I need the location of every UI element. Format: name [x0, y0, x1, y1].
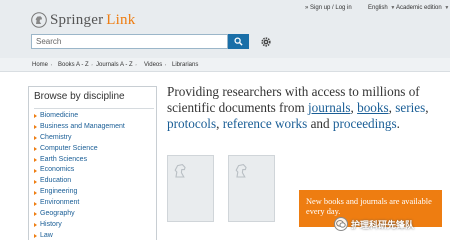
watermark-text: 护理科研先锋队	[351, 219, 415, 230]
language-label: English	[368, 5, 388, 11]
brand-link: Link	[106, 11, 136, 28]
hero-tagline: Providing researchers with access to mil…	[167, 84, 437, 133]
watermark: 护理科研先锋队	[334, 215, 414, 233]
sidebar-title: Browse by discipline	[34, 91, 125, 102]
gear-icon[interactable]	[261, 37, 271, 47]
arrow-right-icon	[34, 223, 37, 228]
arrow-right-icon	[34, 212, 37, 217]
discipline-label: History	[40, 220, 62, 228]
search-button[interactable]	[228, 34, 249, 49]
link-books[interactable]: books	[357, 100, 389, 115]
signin-link[interactable]: » Sign up / Log in	[305, 5, 352, 11]
arrow-right-icon	[34, 234, 37, 239]
discipline-label: Law	[40, 231, 53, 239]
arrow-right-icon	[34, 125, 37, 130]
nav-librarians-label: Librarians	[172, 62, 199, 68]
brand-name: Springer Link	[50, 12, 135, 29]
discipline-engineering[interactable]: Engineering	[34, 187, 154, 198]
tagline-sep: ,	[350, 100, 354, 116]
promo-text: New books and journals are available eve…	[306, 197, 432, 216]
signin-label: Sign up / Log in	[310, 5, 352, 11]
brand-springer: Springer	[50, 11, 104, 28]
nav-librarians[interactable]: Librarians	[172, 62, 198, 68]
nav-books[interactable]: Books A - Z ›	[58, 62, 93, 68]
link-reference-works[interactable]: reference works	[223, 116, 308, 131]
chevron-down-icon: ▼	[390, 5, 396, 11]
discipline-environment[interactable]: Environment	[34, 198, 154, 209]
main-nav: Home › Books A - Z › Journals A - Z › Vi…	[0, 58, 450, 72]
discipline-label: Business and Management	[40, 122, 125, 130]
link-protocols[interactable]: protocols	[167, 116, 216, 131]
arrow-right-icon	[34, 168, 37, 173]
nav-journals-label: Journals A - Z	[96, 62, 133, 68]
search-input[interactable]	[31, 34, 228, 49]
nav-journals[interactable]: Journals A - Z ›	[96, 62, 137, 68]
edition-select[interactable]: Academic edition ▼	[396, 5, 449, 11]
arrow-right-icon	[34, 179, 37, 184]
arrow-right-icon	[34, 158, 37, 162]
search-icon	[234, 37, 243, 46]
chevron-down-icon: ▼	[444, 5, 450, 11]
wechat-icon	[334, 217, 348, 231]
tagline-sep: ,	[388, 100, 392, 116]
discipline-label: Environment	[40, 199, 80, 207]
discipline-chemistry[interactable]: Chemistry	[34, 133, 154, 144]
discipline-label: Chemistry	[40, 133, 72, 141]
discipline-biomedicine[interactable]: Biomedicine	[34, 111, 154, 122]
chevron-right-icon: ›	[91, 62, 93, 67]
tagline-sep: ,	[425, 100, 429, 116]
arrow-right-icon	[34, 147, 37, 152]
chevron-right-icon: ›	[50, 62, 53, 67]
tagline-and: and	[310, 116, 330, 132]
springer-horse-icon	[235, 163, 247, 178]
discipline-earth-sciences[interactable]: Earth Sciences	[34, 155, 154, 166]
nav-books-label: Books A - Z	[58, 62, 89, 68]
nav-home[interactable]: Home ›	[32, 62, 52, 68]
discipline-geography[interactable]: Geography	[34, 209, 154, 220]
tagline-end: .	[396, 116, 400, 132]
arrow-right-icon	[34, 114, 37, 119]
discipline-list: Biomedicine Business and Management Chem…	[34, 108, 154, 240]
discipline-business[interactable]: Business and Management	[34, 122, 154, 133]
nav-videos[interactable]: Videos ›	[144, 62, 166, 68]
link-series[interactable]: series	[395, 100, 425, 115]
discipline-education[interactable]: Education	[34, 176, 154, 187]
discipline-label: Engineering	[40, 188, 78, 196]
discipline-computer-science[interactable]: Computer Science	[34, 144, 154, 155]
arrow-right-icon	[34, 136, 37, 141]
springer-horse-icon	[31, 12, 47, 28]
edition-label: Academic edition	[396, 5, 442, 11]
springer-horse-icon	[174, 163, 186, 178]
nav-videos-label: Videos	[144, 62, 163, 68]
arrow-right-icon	[34, 190, 37, 195]
arrow-right-icon	[34, 201, 37, 206]
springer-link-logo[interactable]: Springer Link	[31, 10, 135, 30]
book-cover-placeholder[interactable]	[228, 155, 275, 222]
discipline-label: Biomedicine	[40, 112, 79, 119]
discipline-economics[interactable]: Economics	[34, 165, 154, 176]
discipline-label: Economics	[40, 166, 75, 174]
book-cover-placeholder[interactable]	[167, 155, 214, 222]
discipline-law[interactable]: Law	[34, 231, 154, 240]
discipline-sidebar: Browse by discipline Biomedicine Busines…	[28, 86, 157, 240]
discipline-label: Education	[40, 177, 72, 185]
nav-home-label: Home	[32, 62, 49, 68]
chevron-right-icon: ›	[135, 62, 137, 67]
discipline-label: Earth Sciences	[40, 155, 88, 163]
tagline-sep: ,	[216, 116, 220, 132]
language-select[interactable]: English ▼	[368, 5, 395, 11]
discipline-label: Computer Science	[40, 144, 98, 152]
header: Springer Link » Sign up / Log in English …	[0, 0, 450, 58]
chevron-right-icon: ›	[164, 62, 167, 67]
discipline-label: Geography	[40, 210, 75, 218]
link-journals[interactable]: journals	[308, 100, 351, 115]
discipline-history[interactable]: History	[34, 220, 154, 231]
link-proceedings[interactable]: proceedings	[333, 116, 397, 131]
